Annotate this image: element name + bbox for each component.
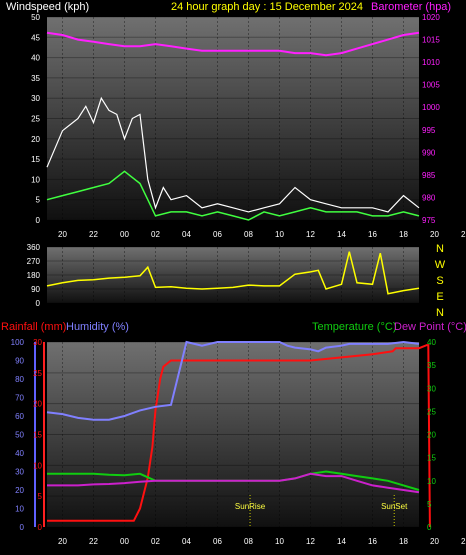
humidity-y-tick-label: 10 xyxy=(15,505,24,514)
humidity-axis-title: Humidity (%) xyxy=(66,321,129,333)
wind-x-tick-label: 20 xyxy=(430,230,439,239)
temperature-y-tick-label: 5 xyxy=(427,500,432,509)
rain-y-tick-label: 30 xyxy=(33,338,42,347)
wind-y-tick-label: 40 xyxy=(31,54,40,63)
humidity-y-tick-label: 20 xyxy=(15,486,24,495)
temp-x-tick-label: 14 xyxy=(337,537,346,546)
wind-x-tick-label: 16 xyxy=(368,230,377,239)
humidity-y-tick-label: 90 xyxy=(15,357,24,366)
wind-x-tick-label: 22 xyxy=(461,230,466,239)
temp-x-tick-label: 22 xyxy=(461,537,466,546)
wind-y-tick-label: 15 xyxy=(31,155,40,164)
temperature-y-tick-label: 35 xyxy=(427,361,436,370)
direction-y-tick-label: 0 xyxy=(36,299,41,308)
wind-x-tick-label: 06 xyxy=(213,230,222,239)
barometer-axis-title: Barometer (hpa) xyxy=(371,1,452,13)
wind-y-tick-label: 45 xyxy=(31,33,40,42)
rain-y-tick-label: 10 xyxy=(33,461,42,470)
barometer-y-tick-label: 1010 xyxy=(422,58,440,67)
wind-y-tick-label: 0 xyxy=(36,216,41,225)
sun-marker-label: SunSet xyxy=(381,502,408,511)
temp-x-tick-label: 06 xyxy=(213,537,222,546)
wind-y-tick-label: 5 xyxy=(36,196,41,205)
wind-x-tick-label: 08 xyxy=(244,230,253,239)
humidity-y-tick-label: 100 xyxy=(11,338,25,347)
temperature-axis-title: Temperature (°C) xyxy=(312,321,397,333)
wind-x-tick-label: 12 xyxy=(306,230,315,239)
temperature-y-tick-label: 25 xyxy=(427,407,436,416)
barometer-y-tick-label: 975 xyxy=(422,216,436,225)
rain-y-tick-label: 25 xyxy=(33,369,42,378)
temperature-y-tick-label: 40 xyxy=(427,338,436,347)
direction-y-tick-label: 180 xyxy=(27,271,41,280)
humidity-y-tick-label: 50 xyxy=(15,431,24,440)
temp-x-tick-label: 18 xyxy=(399,537,408,546)
barometer-y-tick-label: 1020 xyxy=(422,13,440,22)
chart-title: 24 hour graph day : 15 December 2024 xyxy=(171,1,364,13)
barometer-y-tick-label: 985 xyxy=(422,171,436,180)
wind-x-tick-label: 22 xyxy=(89,230,98,239)
compass-label: N xyxy=(436,243,444,255)
sun-marker-label: SunRise xyxy=(235,502,266,511)
wind-y-tick-label: 50 xyxy=(31,13,40,22)
weather-graph: 0510152025303540455097598098599099510001… xyxy=(11,13,466,546)
barometer-y-tick-label: 980 xyxy=(422,193,436,202)
temperature-y-tick-label: 10 xyxy=(427,477,436,486)
rain-y-tick-label: 0 xyxy=(38,523,43,532)
temp-x-tick-label: 12 xyxy=(306,537,315,546)
wind-x-tick-label: 00 xyxy=(120,230,129,239)
wind-x-tick-label: 18 xyxy=(399,230,408,239)
temperature-y-tick-label: 30 xyxy=(427,384,436,393)
humidity-y-tick-label: 70 xyxy=(15,394,24,403)
wind-y-tick-label: 20 xyxy=(31,135,40,144)
compass-label: S xyxy=(436,275,443,287)
dewpoint-axis-title: Dew Point (°C) xyxy=(394,321,466,333)
barometer-y-tick-label: 990 xyxy=(422,148,436,157)
wind-x-tick-label: 10 xyxy=(275,230,284,239)
humidity-y-tick-label: 30 xyxy=(15,468,24,477)
rain-y-tick-label: 20 xyxy=(33,400,42,409)
temp-x-tick-label: 20 xyxy=(58,537,67,546)
wind-x-tick-label: 20 xyxy=(58,230,67,239)
wind-y-tick-label: 35 xyxy=(31,74,40,83)
humidity-y-tick-label: 40 xyxy=(15,449,24,458)
wind-x-tick-label: 14 xyxy=(337,230,346,239)
humidity-y-tick-label: 0 xyxy=(20,523,25,532)
humidity-y-tick-label: 60 xyxy=(15,412,24,421)
rain-y-tick-label: 15 xyxy=(33,431,42,440)
rain-y-tick-label: 5 xyxy=(38,492,43,501)
compass-label: N xyxy=(436,307,444,319)
temp-x-tick-label: 00 xyxy=(120,537,129,546)
temp-x-tick-label: 22 xyxy=(89,537,98,546)
temp-x-tick-label: 04 xyxy=(182,537,191,546)
wind-y-tick-label: 30 xyxy=(31,94,40,103)
compass-label: E xyxy=(436,291,443,303)
windspeed-axis-title: Windspeed (kph) xyxy=(6,1,90,13)
barometer-y-tick-label: 995 xyxy=(422,126,436,135)
temp-x-tick-label: 02 xyxy=(151,537,160,546)
barometer-y-tick-label: 1015 xyxy=(422,36,440,45)
direction-y-tick-label: 360 xyxy=(27,243,41,252)
temp-x-tick-label: 08 xyxy=(244,537,253,546)
compass-label: W xyxy=(435,259,446,271)
temperature-y-tick-label: 15 xyxy=(427,454,436,463)
wind-x-tick-label: 04 xyxy=(182,230,191,239)
temp-x-tick-label: 10 xyxy=(275,537,284,546)
barometer-y-tick-label: 1000 xyxy=(422,103,440,112)
direction-y-tick-label: 270 xyxy=(27,257,41,266)
rainfall-axis-title: Rainfall (mm) xyxy=(1,321,67,333)
wind-y-tick-label: 10 xyxy=(31,175,40,184)
wind-x-tick-label: 02 xyxy=(151,230,160,239)
temp-x-tick-label: 16 xyxy=(368,537,377,546)
barometer-y-tick-label: 1005 xyxy=(422,81,440,90)
temp-x-tick-label: 20 xyxy=(430,537,439,546)
temperature-y-tick-label: 0 xyxy=(427,523,432,532)
direction-y-tick-label: 90 xyxy=(31,285,40,294)
humidity-y-tick-label: 80 xyxy=(15,375,24,384)
temperature-y-tick-label: 20 xyxy=(427,431,436,440)
wind-y-tick-label: 25 xyxy=(31,115,40,124)
